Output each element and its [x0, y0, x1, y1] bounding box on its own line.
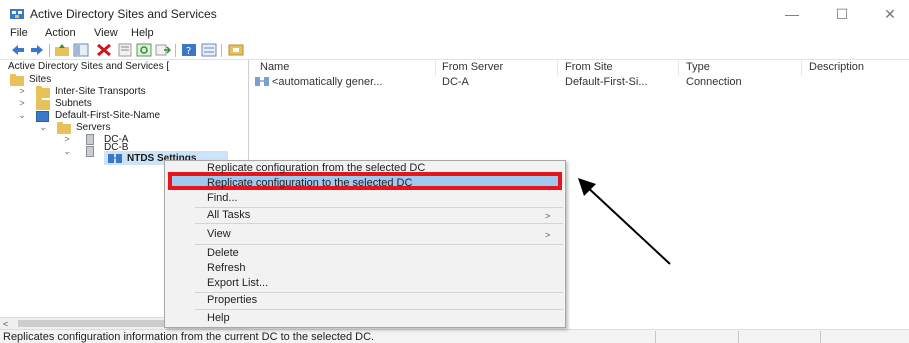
- tree-root[interactable]: Active Directory Sites and Services [: [8, 60, 169, 73]
- column-divider[interactable]: [435, 60, 436, 76]
- menu-item-replicate-to[interactable]: Replicate configuration to the selected …: [207, 177, 412, 189]
- help-icon[interactable]: ?: [181, 43, 197, 57]
- folder-icon: [36, 86, 50, 98]
- menu-separator: [195, 244, 563, 245]
- title-bar: Active Directory Sites and Services — ☐ …: [0, 0, 909, 28]
- status-divider: [820, 331, 821, 343]
- menu-item-export-list[interactable]: Export List...: [207, 277, 268, 289]
- toolbar-separator: [175, 44, 176, 57]
- forward-icon[interactable]: [29, 43, 45, 57]
- column-header-from-site[interactable]: From Site: [565, 61, 613, 73]
- menu-file[interactable]: File: [10, 27, 28, 39]
- show-tree-icon[interactable]: [73, 43, 89, 57]
- column-header-type[interactable]: Type: [686, 61, 710, 73]
- menu-separator: [195, 309, 563, 310]
- ad-sites-icon: [10, 9, 24, 19]
- cell-type: Connection: [686, 76, 742, 88]
- back-icon[interactable]: [10, 43, 26, 57]
- up-folder-icon[interactable]: [54, 43, 70, 57]
- column-header-name[interactable]: Name: [260, 61, 289, 73]
- column-divider[interactable]: [801, 60, 802, 76]
- refresh-icon[interactable]: [136, 43, 152, 57]
- menu-item-view[interactable]: View: [207, 228, 231, 240]
- collapse-chevron-icon[interactable]: ⌄: [38, 121, 48, 134]
- server-icon: [86, 134, 94, 145]
- menu-view[interactable]: View: [94, 27, 118, 39]
- cell-from-site: Default-First-Si...: [565, 76, 648, 88]
- column-divider[interactable]: [557, 60, 558, 76]
- status-divider: [738, 331, 739, 343]
- column-header-description[interactable]: Description: [809, 61, 864, 73]
- window-title: Active Directory Sites and Services: [30, 7, 217, 21]
- properties-icon[interactable]: [117, 43, 133, 57]
- status-bar: Replicates configuration information fro…: [0, 329, 909, 343]
- connection-icon[interactable]: [228, 43, 244, 57]
- close-button[interactable]: ✕: [875, 4, 905, 24]
- context-menu: Replicate configuration from the selecte…: [164, 160, 566, 328]
- export-icon[interactable]: [155, 43, 171, 57]
- status-divider: [655, 331, 656, 343]
- menu-item-all-tasks[interactable]: All Tasks: [207, 209, 250, 221]
- menu-item-find[interactable]: Find...: [207, 192, 238, 204]
- column-divider[interactable]: [678, 60, 679, 76]
- maximize-button[interactable]: ☐: [827, 4, 857, 24]
- collapse-chevron-icon[interactable]: ⌄: [62, 145, 72, 158]
- tree-item-sites[interactable]: Sites: [29, 73, 51, 86]
- menu-item-delete[interactable]: Delete: [207, 247, 239, 259]
- menu-item-replicate-from[interactable]: Replicate configuration from the selecte…: [207, 162, 425, 174]
- menu-item-refresh[interactable]: Refresh: [207, 262, 246, 274]
- submenu-arrow-icon: >: [545, 211, 551, 221]
- delete-icon[interactable]: [96, 43, 112, 57]
- menu-separator: [195, 223, 563, 224]
- collapse-chevron-icon[interactable]: ⌄: [17, 109, 27, 122]
- menu-item-help[interactable]: Help: [207, 312, 230, 324]
- minimize-button[interactable]: —: [777, 4, 807, 24]
- menu-action[interactable]: Action: [45, 27, 76, 39]
- server-icon: [86, 146, 94, 157]
- submenu-arrow-icon: >: [545, 230, 551, 240]
- cell-from-server: DC-A: [442, 76, 469, 88]
- toolbar-separator: [221, 44, 222, 57]
- menu-item-properties[interactable]: Properties: [207, 294, 257, 306]
- menu-separator: [195, 292, 563, 293]
- ntds-settings-icon: [108, 154, 122, 163]
- cell-name[interactable]: <automatically gener...: [272, 76, 382, 88]
- toolbar-separator: [49, 44, 50, 57]
- status-text: Replicates configuration information fro…: [3, 331, 375, 343]
- connection-object-icon: [255, 77, 269, 86]
- menu-bar: File Action View Help: [0, 26, 909, 42]
- column-header-from-server[interactable]: From Server: [442, 61, 503, 73]
- menu-help[interactable]: Help: [131, 27, 154, 39]
- svg-text:?: ?: [186, 46, 191, 57]
- annotation-arrow: [578, 178, 671, 265]
- toolbar: ?: [0, 42, 909, 60]
- folder-icon: [36, 98, 50, 110]
- menu-separator: [195, 207, 563, 208]
- view-icon[interactable]: [201, 43, 217, 57]
